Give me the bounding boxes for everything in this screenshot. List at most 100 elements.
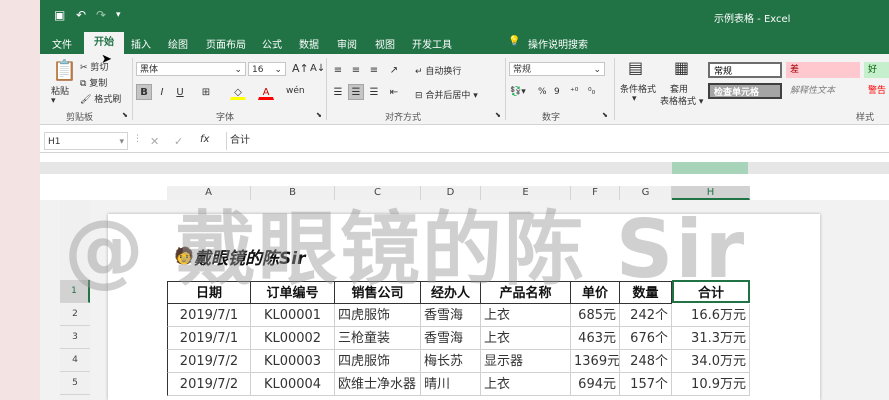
conditional-format-button[interactable]: 条件格式 (620, 82, 656, 95)
table-cell[interactable]: 香雪海 (421, 304, 481, 327)
table-cell[interactable]: 157个 (620, 373, 672, 396)
formula-input[interactable]: 合计 (226, 132, 885, 150)
decrease-font-icon[interactable]: A↓ (310, 63, 325, 74)
table-cell[interactable]: KL00001 (251, 304, 335, 327)
merge-center-button[interactable]: ⊟ 合并后居中 ▾ (415, 88, 478, 101)
table-cell[interactable]: 上衣 (481, 327, 571, 350)
tab-page-layout[interactable]: 页面布局 (206, 36, 246, 51)
table-cell[interactable]: 2019/7/2 (167, 350, 251, 373)
font-size-select[interactable]: 16 ⌄ (248, 62, 286, 76)
tab-draw[interactable]: 绘图 (168, 36, 188, 51)
font-launcher-icon[interactable]: ⬊ (316, 111, 322, 119)
format-table-icon[interactable]: ▦ (674, 58, 689, 77)
table-cell[interactable]: KL00003 (251, 350, 335, 373)
row-header-2[interactable]: 2 (60, 303, 90, 326)
currency-icon[interactable]: 💱▾ (510, 87, 526, 97)
fill-color-icon[interactable]: ◇ (230, 84, 246, 100)
row-header-4[interactable]: 4 (60, 349, 90, 372)
table-cell[interactable]: 显示器 (481, 350, 571, 373)
style-warning[interactable]: 警告 (864, 83, 889, 99)
table-cell[interactable]: 1369元 (571, 350, 620, 373)
table-cell[interactable]: 上衣 (481, 373, 571, 396)
increase-decimal-icon[interactable]: ⁺⁰ (570, 87, 578, 97)
row-header-5[interactable]: 5 (60, 372, 90, 395)
table-cell[interactable]: 四虎服饰 (335, 350, 421, 373)
paste-icon[interactable]: 📋 (52, 58, 77, 82)
style-normal[interactable]: 常规 (708, 62, 782, 78)
table-cell[interactable]: 香雪海 (421, 327, 481, 350)
comma-icon[interactable]: 9 (554, 87, 560, 97)
table-cell[interactable]: 2019/7/2 (167, 373, 251, 396)
enter-icon[interactable]: ✓ (174, 135, 183, 148)
style-bad[interactable]: 差 (786, 62, 860, 78)
bold-button[interactable]: B (136, 84, 152, 100)
table-cell[interactable]: 四虎服饰 (335, 304, 421, 327)
tab-insert[interactable]: 插入 (131, 36, 151, 51)
conditional-format-icon[interactable]: ▤ (628, 58, 643, 77)
table-cell[interactable]: 676个 (620, 327, 672, 350)
orientation-icon[interactable]: ↗ (386, 62, 402, 78)
customize-qat-icon[interactable]: ▾ (116, 10, 121, 20)
table-cell[interactable]: 晴川 (421, 373, 481, 396)
tab-file[interactable]: 文件 (52, 36, 72, 51)
save-icon[interactable]: ▣ (54, 8, 65, 22)
tab-view[interactable]: 视图 (375, 36, 395, 51)
tell-me-search[interactable]: 操作说明搜索 (528, 36, 588, 51)
align-bottom-icon[interactable]: ≡ (366, 62, 382, 78)
table-cell[interactable]: 梅长苏 (421, 350, 481, 373)
tab-formulas[interactable]: 公式 (262, 36, 282, 51)
format-painter-button[interactable]: 🖌 格式刷 (80, 92, 121, 105)
font-name-select[interactable]: 黑体 ⌄ (136, 62, 246, 76)
align-center-icon[interactable]: ☰ (348, 84, 364, 100)
table-cell[interactable]: KL00004 (251, 373, 335, 396)
tab-review[interactable]: 审阅 (337, 36, 357, 51)
tab-developer[interactable]: 开发工具 (412, 36, 452, 51)
copy-button[interactable]: ⧉ 复制 (80, 76, 107, 89)
name-box[interactable]: H1 ▾ (44, 132, 128, 150)
table-cell[interactable]: KL00002 (251, 327, 335, 350)
row-header-3[interactable]: 3 (60, 326, 90, 349)
tab-home[interactable]: 开始 (84, 32, 124, 54)
table-cell[interactable]: 242个 (620, 304, 672, 327)
style-check-cell[interactable]: 检查单元格 (708, 83, 782, 99)
table-cell[interactable]: 16.6万元 (672, 304, 750, 327)
table-cell[interactable]: 34.0万元 (672, 350, 750, 373)
cancel-icon[interactable]: ✕ (150, 135, 159, 148)
align-left-icon[interactable]: ☰ (330, 84, 346, 100)
number-format-select[interactable]: 常规 ⌄ (509, 62, 605, 76)
redo-icon[interactable]: ↷ (96, 8, 106, 22)
table-cell[interactable]: 248个 (620, 350, 672, 373)
align-middle-icon[interactable]: ≡ (348, 62, 364, 78)
italic-button[interactable]: I (154, 84, 170, 100)
increase-font-icon[interactable]: A↑ (292, 62, 309, 75)
table-cell[interactable]: 上衣 (481, 304, 571, 327)
font-color-icon[interactable]: A (258, 84, 274, 100)
align-right-icon[interactable]: ☰ (366, 84, 382, 100)
table-cell[interactable]: 685元 (571, 304, 620, 327)
style-good[interactable]: 好 (864, 62, 889, 78)
style-explanatory[interactable]: 解释性文本 (786, 83, 860, 99)
phonetic-icon[interactable]: wén (286, 86, 305, 96)
insert-function-button[interactable]: fx (200, 134, 209, 145)
wrap-text-button[interactable]: ↵ 自动换行 (415, 64, 461, 77)
table-cell[interactable]: 694元 (571, 373, 620, 396)
paste-dropdown-icon[interactable]: ▾ (51, 96, 56, 106)
decrease-decimal-icon[interactable]: ⁰₀ (588, 87, 595, 97)
table-cell[interactable]: 欧维士净水器 (335, 373, 421, 396)
table-cell[interactable]: 2019/7/1 (167, 304, 251, 327)
percent-icon[interactable]: % (538, 87, 547, 97)
indent-icon[interactable]: ⇤ (386, 84, 402, 100)
table-cell[interactable]: 10.9万元 (672, 373, 750, 396)
number-launcher-icon[interactable]: ⬊ (602, 111, 608, 119)
undo-icon[interactable]: ↶ (76, 8, 86, 22)
table-cell[interactable]: 2019/7/1 (167, 327, 251, 350)
underline-button[interactable]: U (172, 84, 188, 100)
table-cell[interactable]: 463元 (571, 327, 620, 350)
align-top-icon[interactable]: ≡ (330, 62, 346, 78)
tab-data[interactable]: 数据 (299, 36, 319, 51)
border-icon[interactable]: ⊞ (198, 84, 214, 100)
alignment-launcher-icon[interactable]: ⬊ (495, 111, 501, 119)
table-cell[interactable]: 31.3万元 (672, 327, 750, 350)
table-cell[interactable]: 三枪童装 (335, 327, 421, 350)
clipboard-launcher-icon[interactable]: ⬊ (122, 111, 128, 119)
